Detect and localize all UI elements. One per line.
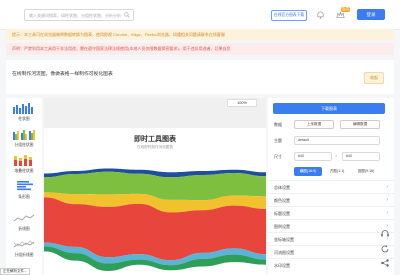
- hbar-chart-icon: [17, 181, 33, 191]
- chart-type-hbar[interactable]: 条形图: [6, 178, 42, 204]
- intro-text: 在线制作河流图，像做表格一样制作可视化图表: [12, 72, 113, 77]
- chart-type-label: 分组柱状图: [14, 143, 34, 147]
- size-option-square[interactable]: 方图(1:1): [324, 167, 350, 176]
- section-watermark[interactable]: 水印设置›: [268, 258, 394, 271]
- upload-data-button[interactable]: 上传数据: [294, 120, 334, 129]
- customer-service-icon[interactable]: [380, 229, 390, 239]
- chart-type-label: 条形图: [18, 195, 30, 199]
- chart-type-label: 折线图: [18, 227, 30, 231]
- search-input[interactable]: 输入关键词搜索，如柱状图、分组柱状图、分析分析: [24, 9, 134, 21]
- chart-type-line[interactable]: 折线图: [6, 210, 42, 236]
- stacked-bar-icon: [14, 155, 32, 166]
- width-input[interactable]: 640: [294, 152, 332, 161]
- section-label: 水印设置: [274, 263, 290, 268]
- size-option-portrait[interactable]: 竖图(9:16): [352, 167, 380, 176]
- share-icon[interactable]: [380, 258, 390, 268]
- chart-paper: 即时工具图表 在线即时制作河流图表: [44, 128, 266, 275]
- zoom-select[interactable]: 100%: [227, 99, 257, 107]
- section-label: 标题设置: [274, 211, 290, 216]
- warning-banner: 声明：严禁利用本工具用于非法用途，需在遵守国家法律法规使用(本地人员仅限数据保密…: [6, 43, 394, 55]
- height-input[interactable]: 640: [342, 152, 380, 161]
- chart-type-stacked-bar[interactable]: 堆叠柱状图: [6, 152, 42, 178]
- page: 输入关键词搜索，如柱状图、分组柱状图、分析分析 在线官方图表下载 会员 登录 提…: [0, 0, 400, 275]
- streamgraph: [44, 168, 266, 271]
- section-legend[interactable]: 图例设置 ›: [268, 219, 394, 232]
- chart-type-label: 分组折线图: [14, 253, 34, 257]
- line-chart-icon: [13, 214, 35, 222]
- grouped-line-icon: [13, 240, 35, 248]
- section-label: 坐标轴设置: [274, 237, 294, 242]
- status-bar: 正在解析文件...: [0, 268, 30, 275]
- section-general[interactable]: 总体设置 ›: [268, 180, 394, 193]
- tip-banner: 提示：本工具可在浏览器端将数据转换为图表，使用即视 Chrome、Edge、Fi…: [6, 29, 394, 40]
- data-row-label: 数据: [274, 122, 282, 127]
- section-label: 总体设置: [274, 185, 290, 190]
- search-icon[interactable]: [124, 12, 130, 18]
- top-bar: 输入关键词搜索，如柱状图、分组柱状图、分析分析 在线官方图表下载 会员 登录: [0, 0, 400, 30]
- refresh-icon[interactable]: [380, 244, 390, 254]
- section-label: 图例设置: [274, 224, 290, 229]
- intro-card: 在线制作河流图，像做表格一样制作可视化图表 收起: [6, 60, 394, 94]
- edit-data-button[interactable]: 编辑数据: [340, 120, 380, 129]
- chart-type-bar[interactable]: 柱状图: [6, 100, 42, 126]
- chart-title: 即时工具图表: [134, 136, 176, 143]
- grouped-bar-icon: [13, 130, 35, 140]
- size-separator: ×: [335, 153, 338, 158]
- collapse-button[interactable]: 收起: [364, 72, 384, 84]
- vip-badge: 会员: [341, 7, 350, 12]
- section-colors[interactable]: 颜色设置 ›: [268, 193, 394, 206]
- chart-type-label: 堆叠柱状图: [14, 169, 34, 173]
- size-row-label: 尺寸: [274, 154, 282, 159]
- chart-type-list: 柱状图 分组柱状图 堆叠柱状图 条形图 折线图 分组折线图: [6, 98, 42, 275]
- section-label: 颜色设置: [274, 198, 290, 203]
- section-axis[interactable]: 坐标轴设置 ›: [268, 232, 394, 245]
- canvas-area: 100% 即时工具图表 在线即时制作河流图表: [44, 98, 266, 275]
- chart-type-grouped-bar[interactable]: 分组柱状图: [6, 126, 42, 152]
- login-button[interactable]: 登录: [357, 9, 385, 20]
- section-river[interactable]: 河流图设置 ›: [268, 245, 394, 258]
- chart-subtitle: 在线即时制作河流图表: [137, 145, 173, 149]
- chart-type-label: 柱状图: [18, 117, 30, 121]
- size-option-landscape[interactable]: 横图(16:9): [294, 167, 322, 176]
- theme-select[interactable]: default: [294, 136, 380, 145]
- section-title[interactable]: 标题设置 ›: [268, 206, 394, 219]
- bell-icon[interactable]: [316, 10, 325, 20]
- section-label: 河流图设置: [274, 250, 294, 255]
- settings-panel: 下载图表 数据 上传数据 编辑数据 主题 default 尺寸 640 × 64…: [268, 98, 394, 275]
- chart-type-grouped-line[interactable]: 分组折线图: [6, 236, 42, 262]
- desktop-download-button[interactable]: 在线官方图表下载: [271, 10, 307, 21]
- download-chart-button[interactable]: 下载图表: [273, 103, 385, 114]
- theme-row-label: 主题: [274, 138, 282, 143]
- bar-chart-icon: [13, 103, 33, 114]
